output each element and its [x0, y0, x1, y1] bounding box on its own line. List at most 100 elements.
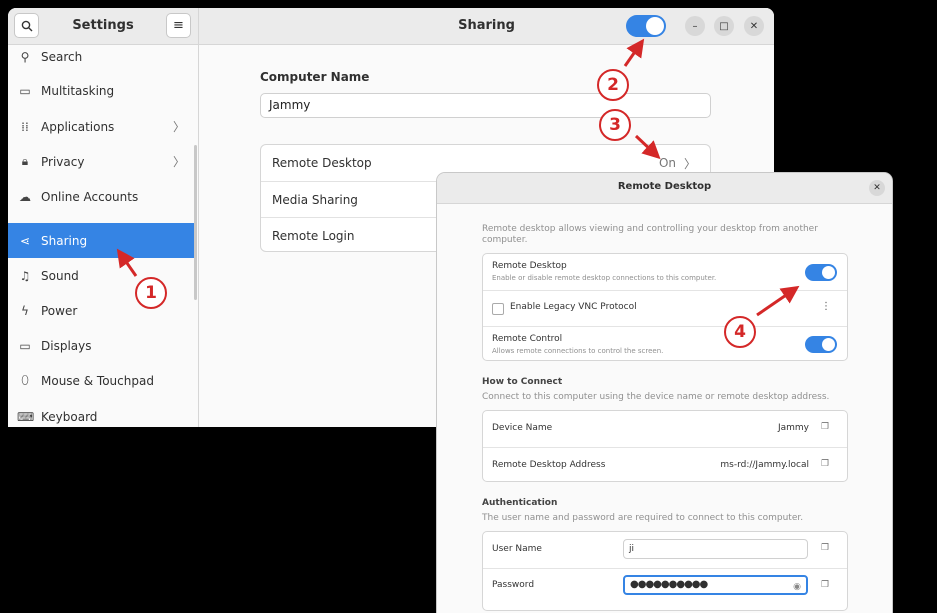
row-title: Device Name [492, 423, 553, 433]
sidebar-item-online-accounts[interactable]: ☁ Online Accounts [8, 179, 197, 214]
sidebar-item-label: Multitasking [41, 83, 115, 98]
legacy-vnc-row: Enable Legacy VNC Protocol ⋮ [483, 290, 847, 326]
show-password-icon[interactable]: ◉ [793, 579, 801, 595]
more-options-icon[interactable]: ⋮ [821, 301, 831, 312]
how-to-connect-description: Connect to this computer using the devic… [482, 392, 830, 402]
username-input[interactable]: ji [623, 539, 808, 559]
search-icon: ⚲ [20, 49, 30, 64]
multitasking-icon: ▭ [19, 83, 31, 98]
keyboard-icon: ⌨ [17, 409, 35, 424]
legacy-vnc-label: Enable Legacy VNC Protocol [510, 302, 637, 312]
how-to-connect-card: Device Name Jammy ❐ Remote Desktop Addre… [482, 410, 848, 482]
address-value: ms-rd://Jammy.local [720, 460, 809, 470]
sidebar-scrollbar[interactable] [194, 145, 197, 300]
sidebar-item-label: Applications [41, 119, 115, 134]
close-icon: ✕ [749, 20, 759, 32]
password-row: Password ●●●●●●●●●● ◉ ❐ [483, 568, 847, 604]
sidebar-item-sound[interactable]: ♫ Sound [8, 258, 197, 293]
remote-control-toggle[interactable] [805, 336, 837, 353]
annotation-badge-3: 3 [599, 109, 631, 141]
row-subtitle: Enable or disable remote desktop connect… [492, 274, 717, 282]
dialog-close-button[interactable]: ✕ [869, 180, 885, 196]
list-item-label: Remote Desktop [272, 156, 372, 170]
authentication-heading: Authentication [482, 498, 558, 508]
minimize-icon: – [692, 20, 698, 32]
remote-desktop-toggle[interactable] [805, 264, 837, 281]
legacy-vnc-checkbox[interactable] [492, 303, 504, 315]
sidebar-item-label: Sharing [41, 233, 88, 248]
copy-icon[interactable]: ❐ [821, 459, 829, 469]
power-icon: ϟ [21, 303, 29, 318]
row-title: Password [492, 580, 535, 590]
applications-icon: ⁞⁞ [21, 119, 29, 134]
sidebar-item-privacy[interactable]: 🔒︎ Privacy 〉 [8, 144, 197, 179]
sidebar-item-search[interactable]: ⚲ Search [8, 39, 197, 74]
toggle-knob [822, 338, 835, 351]
chevron-right-icon: 〉 [172, 155, 185, 169]
device-name-value: Jammy [777, 423, 809, 433]
sidebar-item-label: Keyboard [41, 409, 98, 424]
close-icon: ✕ [873, 183, 881, 193]
remote-desktop-row: Remote Desktop Enable or disable remote … [483, 254, 847, 290]
sidebar-item-applications[interactable]: ⁞⁞ Applications 〉 [8, 109, 197, 144]
share-icon: ⋖ [19, 233, 31, 248]
menu-button[interactable]: ≡ [166, 13, 191, 38]
annotation-badge-1: 1 [135, 277, 167, 309]
dialog-description-cont: computer. [482, 235, 528, 245]
music-note-icon: ♫ [19, 268, 31, 283]
sidebar-item-displays[interactable]: ▭ Displays [8, 328, 197, 363]
sidebar-item-label: Privacy [41, 154, 85, 169]
close-button[interactable]: ✕ [744, 16, 764, 36]
sidebar-item-label: Mouse & Touchpad [41, 373, 154, 388]
sidebar-item-label: Online Accounts [41, 189, 139, 204]
hamburger-icon: ≡ [173, 18, 184, 33]
sidebar-item-label: Displays [41, 338, 92, 353]
computer-name-input[interactable]: Jammy [260, 93, 711, 118]
remote-control-row: Remote Control Allows remote connections… [483, 326, 847, 362]
cloud-icon: ☁ [19, 189, 31, 204]
sidebar-item-label: Sound [41, 268, 79, 283]
maximize-icon: □ [719, 20, 729, 32]
password-input[interactable]: ●●●●●●●●●● ◉ [623, 575, 808, 595]
remote-desktop-dialog: Remote Desktop ✕ Remote desktop allows v… [437, 173, 892, 613]
sidebar-item-keyboard[interactable]: ⌨ Keyboard [8, 399, 197, 427]
row-title: Remote Desktop Address [492, 460, 606, 470]
authentication-card: User Name ji ❐ Password ●●●●●●●●●● ◉ ❐ [482, 531, 848, 611]
list-item-status: On [658, 156, 676, 170]
chevron-right-icon: 〉 [172, 120, 185, 134]
how-to-connect-heading: How to Connect [482, 377, 563, 387]
toggle-knob [822, 266, 835, 279]
list-item-label: Remote Login [272, 228, 355, 243]
panel-header: Sharing – □ ✕ [199, 8, 774, 45]
authentication-description: The user name and password are required … [482, 513, 804, 523]
toggle-knob [646, 17, 664, 35]
minimize-button[interactable]: – [685, 16, 705, 36]
sidebar-item-multitasking[interactable]: ▭ Multitasking [8, 73, 197, 108]
sidebar-item-mouse-touchpad[interactable]: ⬯ Mouse & Touchpad [8, 363, 197, 398]
sidebar-item-label: Search [41, 49, 83, 64]
dialog-title: Remote Desktop [617, 181, 712, 192]
lock-icon: 🔒︎ [21, 154, 29, 168]
row-title: User Name [492, 544, 542, 554]
copy-icon[interactable]: ❐ [821, 543, 829, 553]
mouse-icon: ⬯ [21, 373, 29, 387]
sidebar-item-power[interactable]: ϟ Power [8, 293, 197, 328]
dialog-description: Remote desktop allows viewing and contro… [482, 224, 818, 234]
copy-icon[interactable]: ❐ [821, 422, 829, 432]
row-title: Remote Desktop [492, 261, 567, 271]
maximize-button[interactable]: □ [714, 16, 734, 36]
copy-icon[interactable]: ❐ [821, 580, 829, 590]
sharing-toggle[interactable] [626, 15, 666, 37]
address-row: Remote Desktop Address ms-rd://Jammy.loc… [483, 447, 847, 483]
annotation-badge-2: 2 [597, 69, 629, 101]
row-subtitle: Allows remote connections to control the… [492, 347, 664, 355]
annotation-badge-4: 4 [724, 316, 756, 348]
password-value: ●●●●●●●●●● [630, 579, 708, 590]
row-title: Remote Control [492, 334, 563, 344]
sidebar-item-label: Power [41, 303, 78, 318]
remote-desktop-card: Remote Desktop Enable or disable remote … [482, 253, 848, 361]
username-row: User Name ji ❐ [483, 532, 847, 568]
sidebar-item-sharing[interactable]: ⋖ Sharing [8, 223, 197, 258]
device-name-row: Device Name Jammy ❐ [483, 411, 847, 447]
list-item-label: Media Sharing [272, 192, 358, 207]
